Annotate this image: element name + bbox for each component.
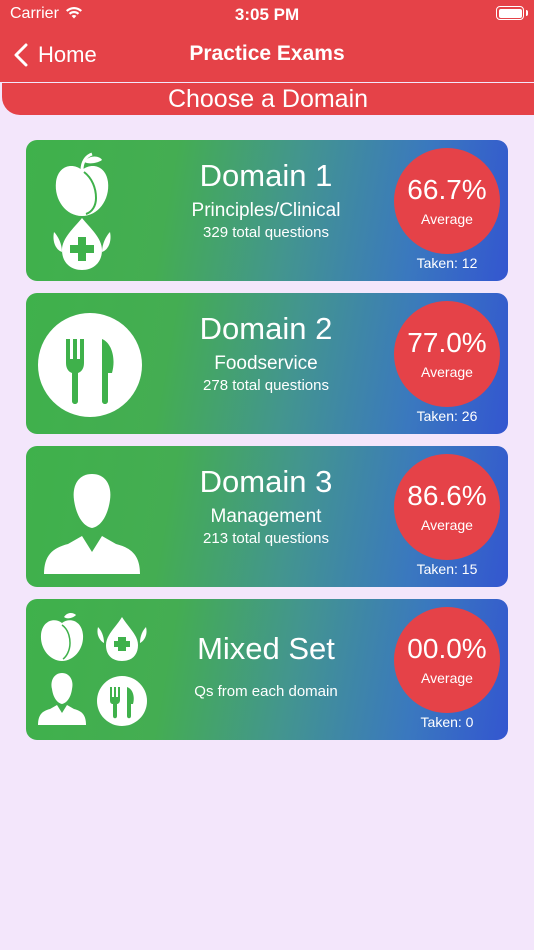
taken-count: Taken: 26 <box>416 408 478 424</box>
domain-2-card[interactable]: Domain 2 Foodservice 278 total questions… <box>26 293 508 434</box>
status-bar: Carrier 3:05 PM <box>0 0 534 30</box>
question-count: 278 total questions <box>203 377 329 394</box>
card-subtitle: Principles/Clinical <box>191 200 341 221</box>
mixed-domains-icon <box>38 613 147 726</box>
battery-icon <box>496 6 528 20</box>
taken-count: Taken: 0 <box>420 714 474 730</box>
average-score-badge: 66.7% Average <box>394 148 500 254</box>
section-header: Choose a Domain <box>2 83 534 115</box>
card-title: Domain 3 <box>199 464 333 499</box>
average-percent: 77.0% <box>407 327 487 358</box>
average-label: Average <box>421 211 473 227</box>
average-label: Average <box>421 517 473 533</box>
fork-knife-icon <box>38 313 142 417</box>
average-percent: 00.0% <box>407 633 487 664</box>
card-subtitle: Qs from each domain <box>194 683 338 700</box>
taken-count: Taken: 15 <box>416 561 478 577</box>
taken-count: Taken: 12 <box>416 255 478 271</box>
clock: 3:05 PM <box>234 5 300 24</box>
top-bar: Carrier 3:05 PM Home Practice Exams <box>0 0 534 82</box>
card-title: Domain 2 <box>199 311 333 346</box>
domain-3-card[interactable]: Domain 3 Management 213 total questions … <box>26 446 508 587</box>
average-percent: 66.7% <box>407 174 487 205</box>
average-percent: 86.6% <box>407 480 487 511</box>
card-title: Mixed Set <box>197 631 335 666</box>
apple-dropper-icon <box>53 152 111 270</box>
question-count: 213 total questions <box>203 530 329 547</box>
average-score-badge: 00.0% Average <box>394 607 500 713</box>
average-label: Average <box>421 670 473 686</box>
navigation-bar: Home Practice Exams <box>0 30 534 80</box>
card-subtitle: Management <box>210 506 322 527</box>
person-icon <box>44 474 140 574</box>
page-title: Practice Exams <box>189 42 345 65</box>
average-score-badge: 77.0% Average <box>394 301 500 407</box>
average-label: Average <box>421 364 473 380</box>
domain-1-card[interactable]: Domain 1 Principles/Clinical 329 total q… <box>26 140 508 281</box>
question-count: 329 total questions <box>203 224 329 241</box>
card-subtitle: Foodservice <box>214 353 318 374</box>
mixed-set-card[interactable]: Mixed Set Qs from each domain 00.0% Aver… <box>26 599 508 740</box>
average-score-badge: 86.6% Average <box>394 454 500 560</box>
card-title: Domain 1 <box>199 158 333 193</box>
